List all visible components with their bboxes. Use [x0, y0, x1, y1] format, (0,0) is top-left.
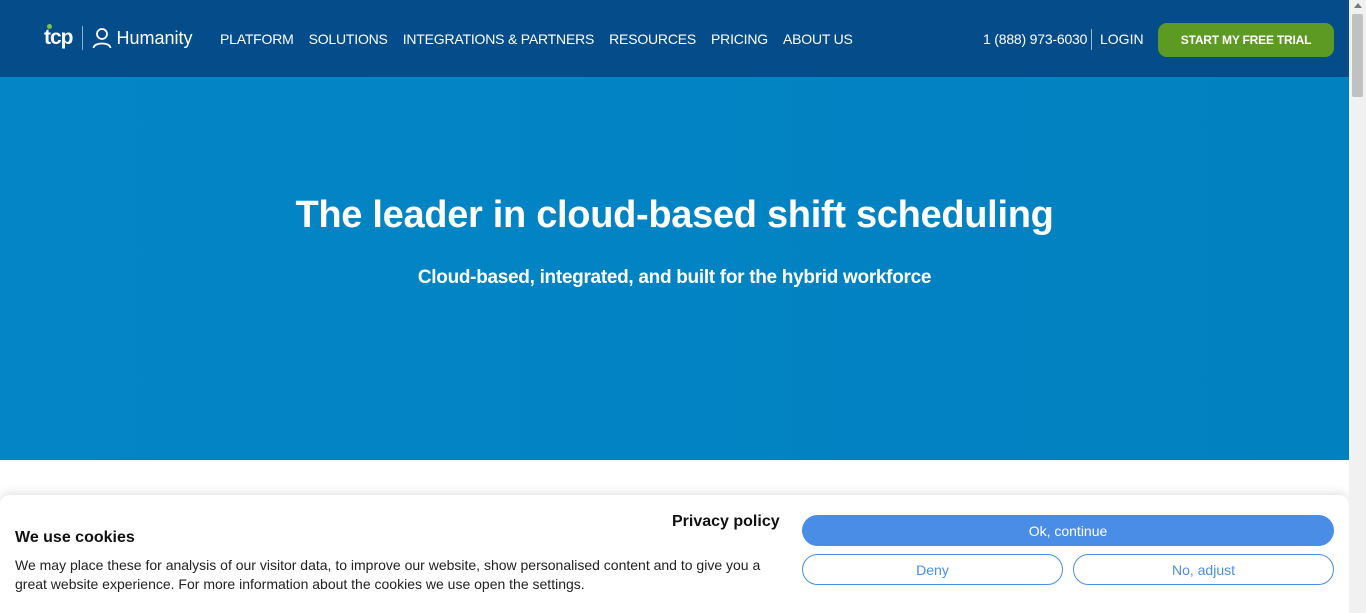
scroll-up-arrow-icon[interactable] [1354, 3, 1362, 8]
top-navigation: tcp Humanity PLATFORM SOLUTIONS INTEGRAT… [0, 0, 1349, 77]
menu-item-resources[interactable]: RESOURCES [609, 31, 696, 47]
site-logo[interactable]: tcp Humanity [44, 24, 193, 50]
menu-item-solutions[interactable]: SOLUTIONS [309, 31, 388, 47]
privacy-policy-link[interactable]: Privacy policy [672, 513, 780, 531]
logo-divider [81, 26, 83, 50]
cookie-description: We may place these for analysis of our v… [15, 557, 761, 592]
logo-name: Humanity [116, 27, 193, 48]
page: tcp Humanity PLATFORM SOLUTIONS INTEGRAT… [0, 0, 1349, 613]
no-adjust-button[interactable]: No, adjust [1073, 554, 1334, 585]
main-menu: PLATFORM SOLUTIONS INTEGRATIONS & PARTNE… [220, 31, 853, 47]
hero-section: The leader in cloud-based shift scheduli… [0, 77, 1349, 460]
menu-item-integrations-partners[interactable]: INTEGRATIONS & PARTNERS [403, 31, 595, 47]
tcp-logo-dot [47, 24, 52, 29]
cookie-title: We use cookies [15, 529, 135, 546]
ok-continue-button[interactable]: Ok, continue [802, 515, 1334, 546]
user-icon [92, 28, 111, 49]
start-free-trial-button[interactable]: START MY FREE TRIAL [1158, 23, 1334, 57]
menu-item-platform[interactable]: PLATFORM [220, 31, 294, 47]
deny-button[interactable]: Deny [802, 554, 1063, 585]
cookie-banner: We use cookies We may place these for an… [0, 495, 1349, 613]
tcp-logo-text: tcp [44, 26, 73, 49]
phone-number[interactable]: 1 (888) 973-6030 [983, 31, 1087, 47]
nav-divider [1091, 29, 1092, 50]
scrollbar-thumb[interactable] [1352, 14, 1363, 97]
login-link[interactable]: LOGIN [1100, 31, 1144, 47]
menu-item-about-us[interactable]: ABOUT US [783, 31, 853, 47]
menu-item-pricing[interactable]: PRICING [711, 31, 768, 47]
tcp-logo: tcp [44, 24, 73, 50]
hero-subtitle: Cloud-based, integrated, and built for t… [417, 267, 932, 288]
hero-title: The leader in cloud-based shift scheduli… [295, 194, 1054, 236]
